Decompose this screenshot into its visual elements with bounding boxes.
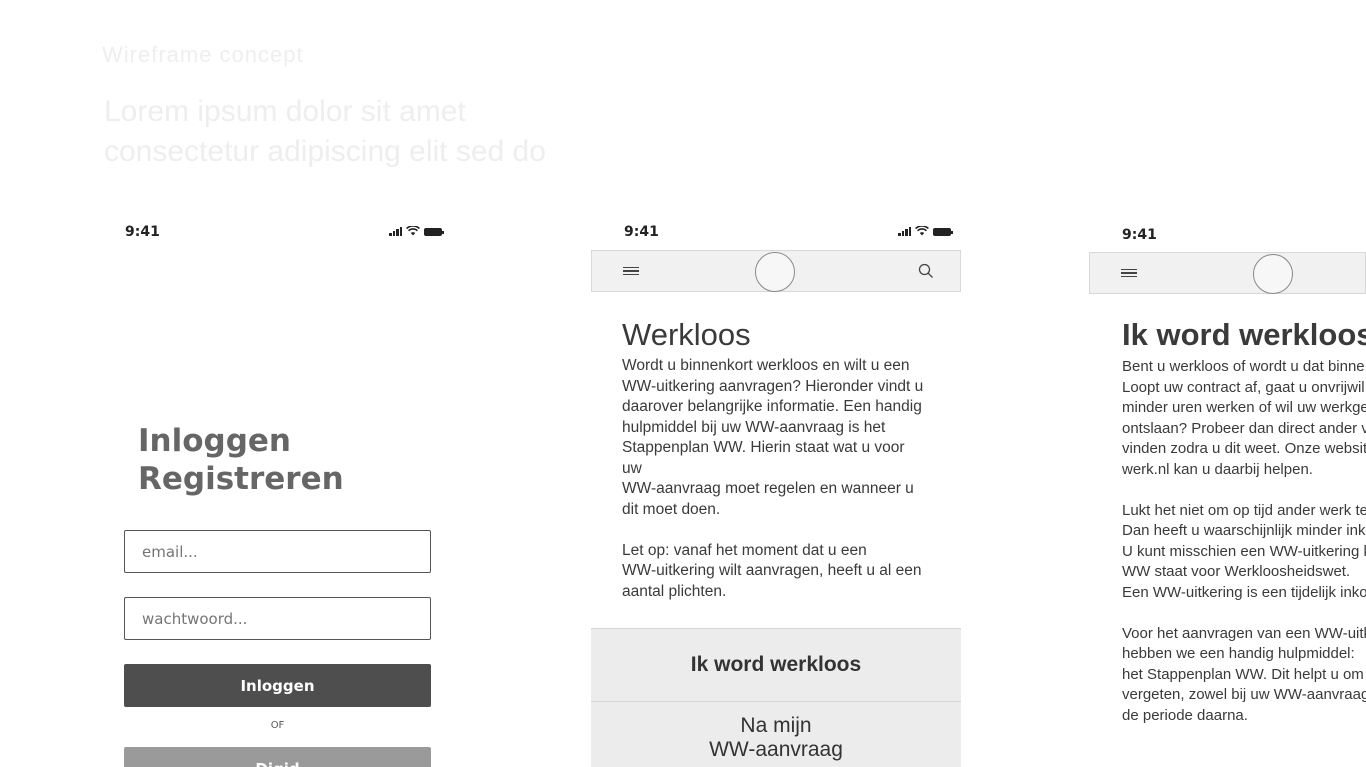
battery-icon [424, 228, 444, 236]
status-bar: 9:41 [591, 210, 961, 250]
signal-icon [389, 227, 402, 236]
status-icons [389, 226, 444, 236]
ik-word-werkloos-screen: 9:41 Ik word werkloos Bent u werkloos of… [1089, 210, 1366, 767]
login-button[interactable]: Inloggen [124, 664, 431, 707]
wifi-icon [406, 226, 420, 236]
status-bar: 9:41 [92, 210, 452, 250]
paragraph-2: Lukt het niet om op tijd ander werk te D… [1122, 501, 1366, 601]
status-time: 9:41 [624, 224, 659, 240]
hamburger-menu-icon[interactable] [1121, 269, 1137, 277]
intro-paragraph-1: Wordt u binnenkort werkloos en wilt u ee… [622, 357, 924, 518]
page-title: Ik word werkloos [1122, 317, 1366, 352]
email-field[interactable] [124, 530, 431, 573]
content-text: Bent u werkloos of wordt u dat binne Loo… [1122, 357, 1366, 726]
intro-paragraph-2: Let op: vanaf het moment dat u een WW-ui… [622, 541, 922, 600]
login-title-line2: Registreren [138, 461, 344, 497]
login-screen: 9:41 Inloggen Registreren Inloggen OF Di… [92, 210, 452, 767]
wifi-icon [915, 226, 929, 236]
login-title: Inloggen Registreren [138, 422, 344, 498]
hamburger-menu-icon[interactable] [623, 267, 639, 275]
status-time: 9:41 [1122, 227, 1157, 243]
paragraph-3: Voor het aanvragen van een WW-uitk hebbe… [1122, 624, 1366, 724]
or-divider: OF [270, 720, 285, 731]
status-bar: 9:41 [1089, 210, 1366, 250]
page-title: Werkloos [622, 317, 751, 352]
background-faded-subtitle: Lorem ipsum dolor sit amet consectetur a… [104, 95, 546, 168]
top-navbar [591, 250, 961, 292]
background-faded-heading: Wireframe concept [102, 42, 304, 67]
accordion-item-na-mijn-ww-aanvraag[interactable]: Na mijn WW-aanvraag [591, 701, 961, 767]
werkloos-screen: 9:41 Werkloos Wordt u binnenkort werkloo… [591, 210, 961, 767]
intro-text: Wordt u binnenkort werkloos en wilt u ee… [622, 356, 932, 602]
accordion: Ik word werkloos Na mijn WW-aanvraag [591, 628, 961, 767]
digid-button[interactable]: Digid [124, 747, 431, 767]
paragraph-1: Bent u werkloos of wordt u dat binne Loo… [1122, 358, 1366, 478]
signal-icon [898, 227, 911, 236]
accordion-item-ik-word-werkloos[interactable]: Ik word werkloos [591, 628, 961, 701]
status-icons [898, 226, 953, 236]
status-time: 9:41 [125, 224, 160, 240]
password-field[interactable] [124, 597, 431, 640]
login-title-line1: Inloggen [138, 423, 292, 459]
logo-placeholder[interactable] [1253, 254, 1293, 294]
top-navbar [1089, 252, 1366, 294]
search-icon[interactable] [918, 263, 934, 279]
battery-icon [933, 228, 953, 236]
logo-placeholder[interactable] [755, 252, 795, 292]
